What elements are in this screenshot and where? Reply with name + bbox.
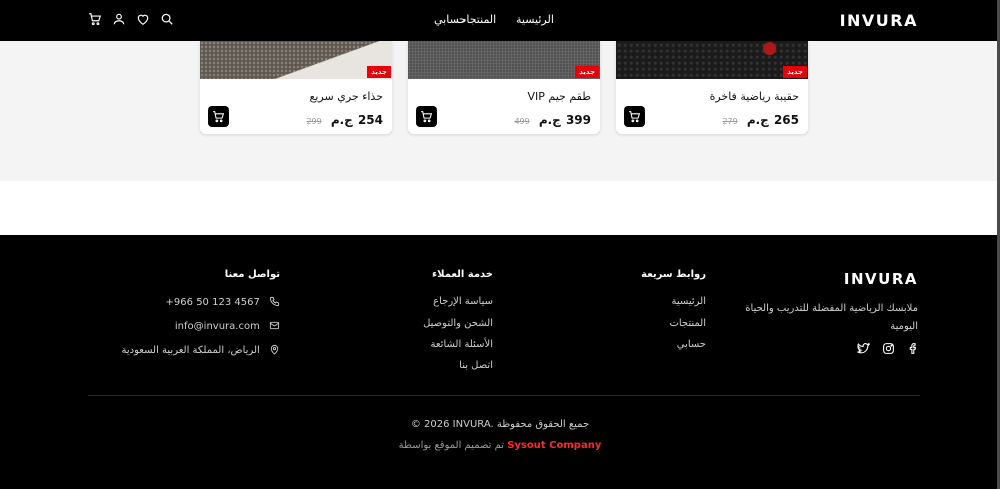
product-image[interactable] — [616, 41, 808, 79]
contact-title: تواصل معنا — [224, 269, 280, 280]
search-icon[interactable] — [160, 12, 174, 26]
currency: ج.م — [746, 113, 769, 127]
contact-address: الرياض، المملكة العربية السعودية — [122, 344, 280, 356]
current-price: 399 — [565, 113, 591, 127]
old-price: 499 — [514, 117, 530, 126]
currency: ج.م — [538, 113, 561, 127]
product-card[interactable]: جديد حقيبة رياضية فاخرة 265 ج.م 279 — [616, 41, 808, 134]
footer-logo[interactable]: INVURA — [844, 270, 918, 288]
product-price: 254 ج.م 299 — [306, 109, 383, 128]
twitter-icon[interactable] — [857, 342, 870, 355]
product-name[interactable]: طقم جيم VIP — [528, 90, 591, 103]
currency: ج.م — [330, 113, 353, 127]
facebook-icon[interactable] — [907, 342, 920, 355]
site-footer: INVURA ملابسك الرياضية المفضلة للتدريب و… — [0, 235, 1000, 489]
cart-icon — [213, 111, 225, 123]
customer-service-title: خدمة العملاء — [432, 269, 493, 280]
product-image[interactable] — [408, 41, 600, 79]
footer-link-home[interactable]: الرئيسية — [672, 296, 706, 307]
product-price: 265 ج.م 279 — [722, 109, 799, 128]
email-address: info@invura.com — [174, 321, 260, 332]
footer-divider — [88, 395, 920, 396]
design-credit: تم تصميم الموقع بواسطة Sysout Company — [0, 440, 1000, 451]
address-text: الرياض، المملكة العربية السعودية — [121, 345, 260, 356]
cart-icon — [629, 111, 641, 123]
credit-prefix: تم تصميم الموقع بواسطة — [398, 440, 505, 451]
nav-link-account[interactable]: حسابي — [434, 13, 466, 26]
footer-link-products[interactable]: المنتجات — [669, 318, 706, 329]
footer-link-faq[interactable]: الأسئلة الشائعة — [431, 339, 494, 350]
product-card[interactable]: جديد حذاء جري سريع 254 ج.م 299 — [200, 41, 392, 134]
add-to-cart-button[interactable] — [416, 106, 437, 127]
phone-number: +966 50 123 4567 — [165, 297, 260, 308]
copyright-text: © 2026 INVURA. جميع الحقوق محفوظة — [410, 419, 590, 430]
footer-link-contact[interactable]: اتصل بنا — [459, 360, 493, 371]
nav-link-home[interactable]: الرئيسية — [516, 13, 554, 26]
credit-company-link[interactable]: Sysout Company — [507, 440, 601, 451]
location-pin-icon — [269, 344, 280, 355]
footer-description: ملابسك الرياضية المفضلة للتدريب والحياة … — [745, 303, 918, 332]
phone-icon — [269, 296, 280, 307]
contact-email[interactable]: info@invura.com — [175, 320, 280, 332]
old-price: 279 — [722, 117, 738, 126]
new-badge: جديد — [367, 66, 391, 78]
product-name[interactable]: حذاء جري سريع — [310, 90, 383, 103]
top-navbar: INVURA الرئيسية المنتجات حسابي — [0, 0, 1000, 41]
product-card[interactable]: جديد طقم جيم VIP 399 ج.م 499 — [408, 41, 600, 134]
new-badge: جديد — [783, 66, 807, 78]
footer-link-account[interactable]: حسابي — [677, 339, 706, 350]
new-badge: جديد — [575, 66, 599, 78]
product-image[interactable] — [200, 41, 392, 79]
user-icon[interactable] — [112, 12, 126, 26]
old-price: 299 — [306, 117, 322, 126]
footer-link-shipping[interactable]: الشحن والتوصيل — [423, 318, 493, 329]
quick-links-title: روابط سريعة — [641, 269, 706, 280]
cart-icon[interactable] — [88, 12, 102, 26]
contact-phone[interactable]: +966 50 123 4567 — [166, 296, 280, 308]
product-name[interactable]: حقيبة رياضية فاخرة — [710, 90, 799, 103]
heart-icon[interactable] — [136, 12, 150, 26]
brand-logo[interactable]: INVURA — [840, 11, 918, 30]
cart-icon — [421, 111, 433, 123]
instagram-icon[interactable] — [882, 342, 895, 355]
add-to-cart-button[interactable] — [624, 106, 645, 127]
current-price: 254 — [357, 113, 383, 127]
mail-icon — [269, 320, 280, 331]
add-to-cart-button[interactable] — [208, 106, 229, 127]
footer-link-returns[interactable]: سياسة الإرجاع — [433, 296, 493, 307]
section-spacer — [0, 181, 1000, 235]
product-price: 399 ج.م 499 — [514, 109, 591, 128]
current-price: 265 — [773, 113, 799, 127]
